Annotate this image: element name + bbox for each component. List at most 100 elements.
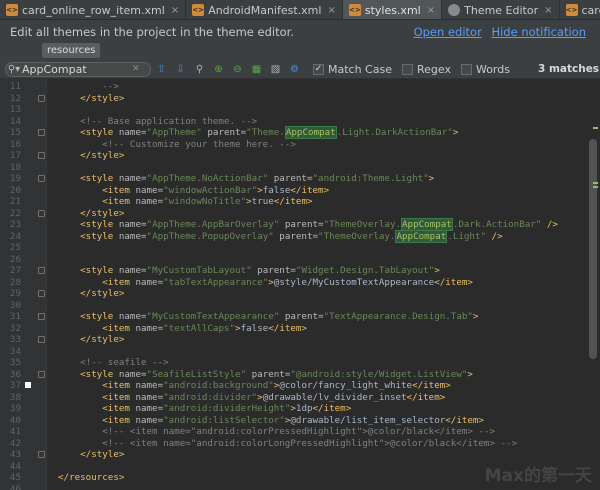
code-line[interactable]: 36 <style name="SeafileListStyle" parent… <box>0 369 600 381</box>
line-number: 42 <box>9 437 21 449</box>
tab-card-thumbnail-layout-xml[interactable]: <>card_thumbnail_layout.xml× <box>559 0 600 19</box>
code-line[interactable]: 30 <box>0 300 600 312</box>
code-token: name= <box>135 184 164 196</box>
code-line[interactable]: 15 <style name="AppTheme" parent="Theme.… <box>0 126 600 139</box>
filter-icon[interactable]: ▧ <box>267 61 284 78</box>
line-number: 25 <box>9 242 21 253</box>
close-tab-icon[interactable]: × <box>427 5 435 16</box>
code-line[interactable]: 40 <item name="android:listSelector">@dr… <box>0 415 600 427</box>
fold-toggle-icon[interactable] <box>38 209 45 217</box>
hide-notification-link[interactable]: Hide notification <box>491 25 586 39</box>
search-icon[interactable]: ⚲▾ <box>6 64 22 75</box>
select-all-occurrences-icon[interactable]: ▦ <box>248 61 265 78</box>
code-token: parent= <box>246 368 291 380</box>
words-checkbox[interactable]: Words <box>460 63 510 76</box>
code-line[interactable]: 22 </style> <box>0 208 600 220</box>
close-tab-icon[interactable]: × <box>171 5 179 16</box>
code-text: </style> <box>58 334 124 346</box>
code-token: > <box>434 265 440 276</box>
fold-toggle-icon[interactable] <box>38 175 45 182</box>
code-token: <item <box>58 391 136 403</box>
fold-toggle-icon[interactable] <box>38 313 45 320</box>
regex-checkbox[interactable]: Regex <box>401 63 451 76</box>
code-text: </resources> <box>58 472 124 484</box>
line-number: 27 <box>9 265 21 276</box>
code-line[interactable]: 43 </style> <box>0 449 600 461</box>
code-token: --> <box>58 81 119 92</box>
settings-gear-icon[interactable]: ⚙ <box>286 61 303 78</box>
code-line[interactable]: 16 <!-- Customize your theme here. --> <box>0 139 600 151</box>
code-text: <style name="MyCustomTabLayout" parent="… <box>58 265 440 277</box>
xml-file-icon: <> <box>192 4 205 16</box>
next-occurrence-icon[interactable]: ⇩ <box>172 61 189 78</box>
code-line[interactable]: 38 <item name="android:divider">@drawabl… <box>0 392 600 404</box>
code-line[interactable]: 25 <box>0 242 600 254</box>
code-line[interactable]: 29 </style> <box>0 288 600 300</box>
previous-occurrence-icon[interactable]: ⇧ <box>153 61 170 78</box>
code-line[interactable]: 39 <item name="android:dividerHeight">1d… <box>0 403 600 415</box>
code-line[interactable]: 21 <item name="windowNoTitle">true</item… <box>0 196 600 208</box>
find-all-icon[interactable]: ⚲ <box>191 61 208 78</box>
code-token: parent= <box>279 311 324 322</box>
match-case-checkbox[interactable]: ✓ Match Case <box>313 63 392 76</box>
tab-styles-xml[interactable]: <> styles.xml × <box>342 0 443 19</box>
code-text: <style name="AppTheme.AppBarOverlay" par… <box>58 218 558 231</box>
code-text: <style name="AppTheme.NoActionBar" paren… <box>58 173 434 185</box>
fold-toggle-icon[interactable] <box>38 370 45 378</box>
code-line[interactable]: 12 </style> <box>0 93 600 105</box>
fold-toggle-icon[interactable] <box>38 267 45 274</box>
tab-theme-editor[interactable]: Theme Editor × <box>442 0 560 19</box>
line-number: 39 <box>9 403 21 414</box>
find-bar: ⚲▾ ✕ ⇧ ⇩ ⚲ ⊕ ⊖ ▦ ▧ ⚙ ✓ Match Case Regex … <box>0 60 600 79</box>
code-line[interactable]: 46 <box>0 484 600 490</box>
code-line[interactable]: 20 <item name="windowActionBar">false</i… <box>0 185 600 197</box>
code-line[interactable]: 41 <!-- <item name="android:colorPressed… <box>0 426 600 438</box>
code-token: "ThemeOverlay. <box>323 219 402 230</box>
tab-androidmanifest-xml[interactable]: <> AndroidManifest.xml × <box>186 0 343 19</box>
code-line[interactable]: 18 <box>0 162 600 174</box>
fold-toggle-icon[interactable] <box>38 94 45 102</box>
code-line[interactable]: 23 <style name="AppTheme.AppBarOverlay" … <box>0 218 600 231</box>
fold-toggle-icon[interactable] <box>38 152 45 159</box>
tab-card-online-row-item-xml[interactable]: <> card_online_row_item.xml × <box>0 0 187 19</box>
fold-toggle-icon[interactable] <box>38 336 45 343</box>
code-line[interactable]: 34 <box>0 346 600 358</box>
fold-toggle-icon[interactable] <box>38 290 45 297</box>
code-line[interactable]: 27 <style name="MyCustomTabLayout" paren… <box>0 265 600 277</box>
regex-check-box[interactable] <box>401 63 413 75</box>
clear-search-icon[interactable]: ✕ <box>132 64 144 74</box>
search-box[interactable]: ⚲▾ ✕ <box>5 61 151 77</box>
code-text: <style name="MyCustomTextAppearance" par… <box>58 311 478 323</box>
code-token: </item> <box>406 391 446 403</box>
add-occurrence-icon[interactable]: ⊕ <box>210 61 227 78</box>
remove-occurrence-icon[interactable]: ⊖ <box>229 61 246 78</box>
code-editor[interactable]: Max的第一天 11 --> 12 </style> 13 14 <!-- Base … <box>0 79 600 490</box>
breadcrumb[interactable]: resources <box>42 43 101 58</box>
code-line[interactable]: 24 <style name="AppTheme.PopupOverlay" p… <box>0 229 600 243</box>
code-token: </style> <box>58 207 125 219</box>
code-line[interactable]: 19 <style name="AppTheme.NoActionBar" pa… <box>0 173 600 185</box>
code-line[interactable]: 33 </style> <box>0 334 600 346</box>
code-line[interactable]: 44 <box>0 461 600 473</box>
open-editor-link[interactable]: Open editor <box>414 25 482 39</box>
code-line[interactable]: 28 <item name="tabTextAppearance">@style… <box>0 277 600 289</box>
code-line[interactable]: 11 --> <box>0 81 600 93</box>
code-line[interactable]: 13 <box>0 104 600 116</box>
close-tab-icon[interactable]: × <box>544 5 552 16</box>
search-input[interactable] <box>22 62 132 76</box>
code-line[interactable]: 26 <box>0 254 600 266</box>
code-line[interactable]: 17 </style> <box>0 150 600 162</box>
match-case-check-icon[interactable]: ✓ <box>313 63 324 75</box>
code-line[interactable]: 37 <item name="android:background">@colo… <box>0 380 600 392</box>
code-line[interactable]: 31 <style name="MyCustomTextAppearance" … <box>0 311 600 323</box>
fold-toggle-icon[interactable] <box>38 129 45 136</box>
words-check-box[interactable] <box>460 63 472 75</box>
close-tab-icon[interactable]: × <box>327 5 335 16</box>
fold-toggle-icon[interactable] <box>38 451 45 458</box>
code-line[interactable]: 42 <!-- <item name="android:colorLongPre… <box>0 438 600 450</box>
theme-editor-notification: Edit all themes in the project in the th… <box>0 20 600 60</box>
code-token: parent= <box>201 127 247 138</box>
code-line[interactable]: 45 </resources> <box>0 472 600 484</box>
code-line[interactable]: 32 <item name="textAllCaps">false</item> <box>0 323 600 335</box>
code-line[interactable]: 35 <!-- seafile --> <box>0 357 600 369</box>
